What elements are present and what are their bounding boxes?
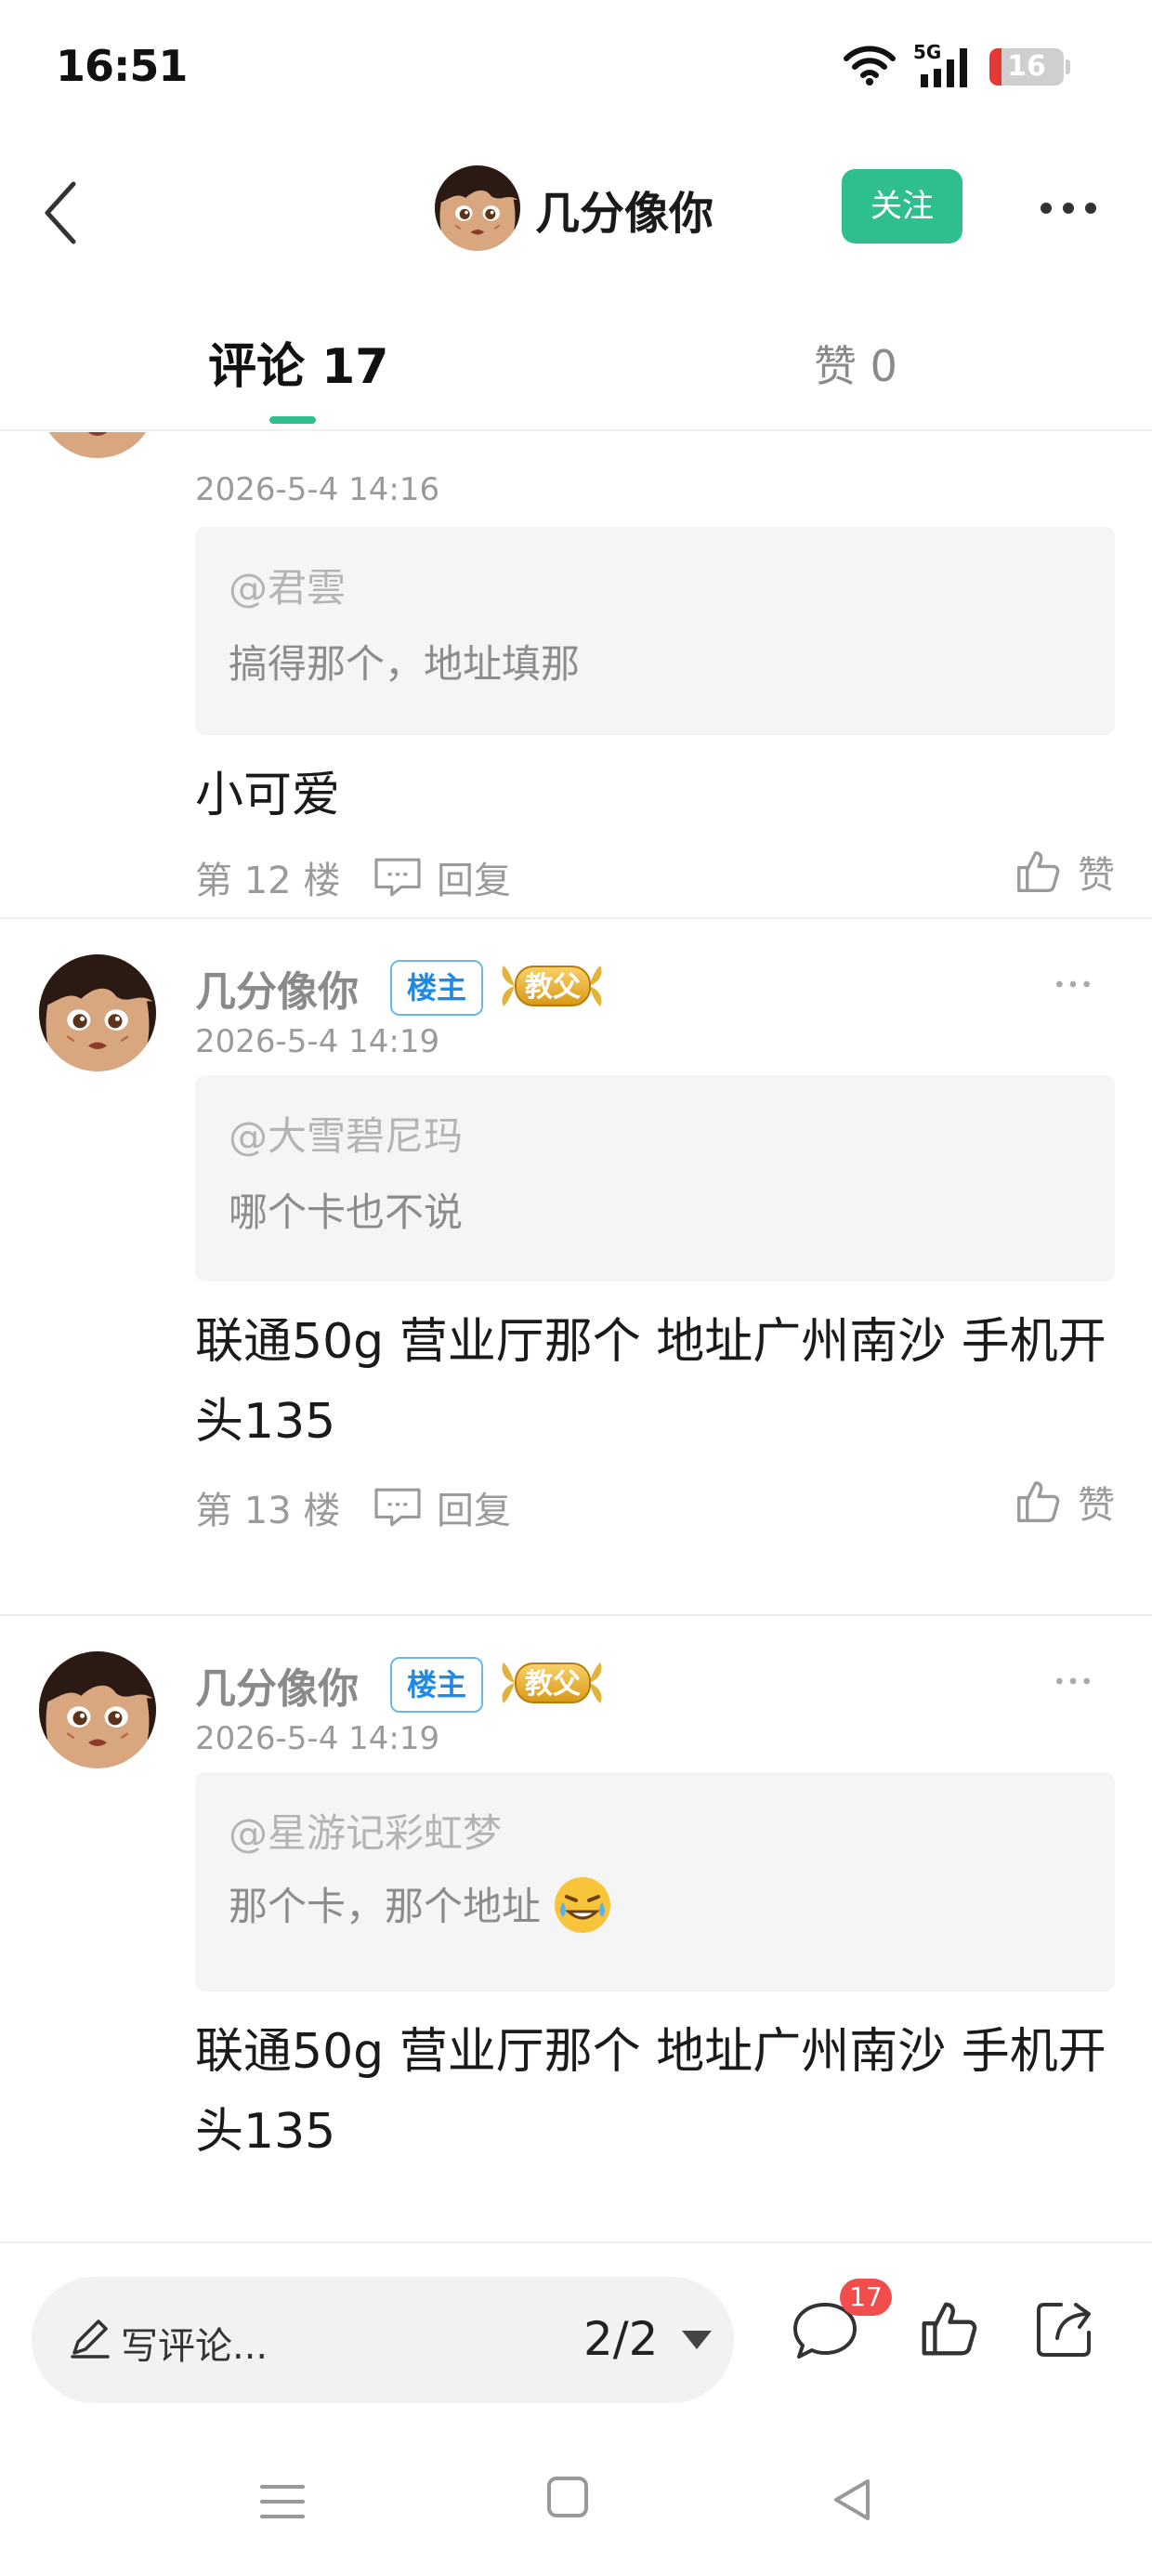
rank-label: 教父 xyxy=(515,966,591,1006)
reply-bubble-icon xyxy=(372,856,424,899)
comment-count-badge: 17 xyxy=(840,2279,892,2316)
page-dropdown-caret-icon[interactable] xyxy=(682,2331,712,2349)
thumbs-up-icon xyxy=(1013,1477,1063,1527)
comment-time: 2026-5-4 14:19 xyxy=(195,1720,440,1757)
tearful-grin-emoji xyxy=(555,1877,611,1933)
pencil-icon xyxy=(71,2320,110,2359)
avatar[interactable] xyxy=(39,1651,156,1768)
floor-number: 第 12 楼 xyxy=(195,860,341,902)
quoted-comment[interactable]: @大雪碧尼玛 哪个卡也不说 xyxy=(195,1075,1115,1281)
like-label: 赞 xyxy=(1078,1484,1115,1527)
rank-badge: 教父 xyxy=(494,1657,609,1709)
bottom-action-bar: 写评论... 2/2 17 xyxy=(0,2241,1152,2427)
tab-comments[interactable]: 评论 17 xyxy=(208,327,388,397)
quoted-text-content: 哪个卡也不说 xyxy=(229,1189,464,1235)
comment-text: 联通50g 营业厅那个 地址广州南沙 手机开头135 xyxy=(195,2024,1106,2160)
comment-time: 2026-5-4 14:16 xyxy=(195,471,440,508)
system-navigation-bar xyxy=(0,2427,1152,2576)
comment-item: 几分像你 楼主 教父 2026-5-4 14:19 @大雪碧尼玛 哪个卡也不说 … xyxy=(0,919,1152,1614)
recent-apps-menu-icon[interactable] xyxy=(256,2476,308,2528)
quoted-comment[interactable]: @星游记彩虹梦 那个卡，那个地址 xyxy=(195,1772,1115,1991)
comment-author[interactable]: 几分像你 xyxy=(195,1655,359,1715)
battery-icon: 16 xyxy=(989,48,1064,85)
home-square-icon[interactable] xyxy=(544,2474,591,2520)
comment-author[interactable]: 几分像你 xyxy=(195,958,359,1018)
floor-number: 第 13 楼 xyxy=(195,1490,341,1532)
avatar[interactable] xyxy=(39,432,156,458)
tab-bar: 评论 17 赞 0 xyxy=(0,316,1152,431)
battery-level-label: 16 xyxy=(1007,50,1046,83)
battery-tip xyxy=(1066,59,1070,74)
quoted-user[interactable]: @君雲 xyxy=(229,557,346,613)
rank-label: 教父 xyxy=(515,1663,591,1703)
tab-likes[interactable]: 赞 0 xyxy=(814,333,897,394)
owner-badge: 楼主 xyxy=(390,960,483,1016)
more-options-button[interactable] xyxy=(1031,180,1106,236)
active-tab-indicator xyxy=(269,416,316,424)
back-button[interactable] xyxy=(28,171,93,255)
share-icon xyxy=(1037,2303,1091,2357)
status-bar: 16:51 5G 16 xyxy=(0,0,1152,139)
comment-input[interactable]: 写评论... 2/2 xyxy=(32,2277,734,2403)
comment-input-placeholder: 写评论... xyxy=(121,2325,268,2368)
like-label: 赞 xyxy=(1078,854,1115,897)
signal-5g-icon: 5G xyxy=(913,41,973,89)
status-icons: 5G 16 xyxy=(843,41,1070,91)
comment-text: 联通50g 营业厅那个 地址广州南沙 手机开头135 xyxy=(195,1314,1106,1450)
thumbs-up-icon xyxy=(922,2302,977,2356)
comment-text: 小可爱 xyxy=(195,768,341,823)
page-indicator[interactable]: 2/2 xyxy=(583,2312,658,2366)
like-button[interactable]: 赞 xyxy=(1013,1475,1115,1529)
thumbs-up-icon xyxy=(1013,847,1063,897)
reply-label: 回复 xyxy=(437,1490,511,1532)
quoted-text-content: 那个卡，那个地址 xyxy=(229,1883,542,1929)
comment-more-button[interactable] xyxy=(1041,1663,1106,1700)
quoted-user[interactable]: @星游记彩虹梦 xyxy=(229,1802,502,1859)
avatar[interactable] xyxy=(39,954,156,1071)
comment-more-button[interactable] xyxy=(1041,966,1106,1003)
more-dots-icon xyxy=(1054,979,1092,989)
rank-badge: 教父 xyxy=(494,960,609,1012)
post-header: 几分像你 关注 xyxy=(0,149,1152,269)
status-time: 16:51 xyxy=(56,41,188,91)
reply-button[interactable]: 回复 xyxy=(372,1480,511,1534)
reply-label: 回复 xyxy=(437,860,511,902)
share-button[interactable] xyxy=(1029,2293,1100,2364)
reply-button[interactable]: 回复 xyxy=(372,850,511,904)
quoted-text: 那个卡，那个地址 xyxy=(229,1871,615,1936)
reply-bubble-icon xyxy=(372,1486,424,1529)
comment-item: 几分像你 楼主 教父 2026-5-4 14:19 @星游记彩虹梦 那个卡，那个… xyxy=(0,1616,1152,2242)
like-button[interactable]: 赞 xyxy=(1013,845,1115,899)
comment-time: 2026-5-4 14:19 xyxy=(195,1023,440,1060)
follow-button[interactable]: 关注 xyxy=(842,169,962,243)
quoted-comment[interactable]: @君雲 搞得那个，地址填那 xyxy=(195,527,1115,735)
author-name[interactable]: 几分像你 xyxy=(535,177,713,242)
quoted-text: 搞得那个，地址填那 xyxy=(229,633,580,690)
more-dots-icon xyxy=(1054,1676,1092,1686)
comment-list[interactable]: 2026-5-4 14:16 @君雲 搞得那个，地址填那 小可爱 第 12 楼 … xyxy=(0,432,1152,2242)
wifi-icon xyxy=(843,44,897,90)
back-triangle-icon[interactable] xyxy=(829,2474,875,2526)
quoted-user[interactable]: @大雪碧尼玛 xyxy=(229,1105,463,1162)
quoted-text: 哪个卡也不说 xyxy=(229,1181,463,1238)
quoted-text-content: 搞得那个，地址填那 xyxy=(229,641,581,687)
owner-badge: 楼主 xyxy=(390,1657,483,1713)
like-post-button[interactable] xyxy=(916,2293,981,2364)
back-arrow-icon xyxy=(45,181,76,244)
more-dots-icon xyxy=(1041,203,1096,214)
author-avatar[interactable] xyxy=(435,165,520,251)
